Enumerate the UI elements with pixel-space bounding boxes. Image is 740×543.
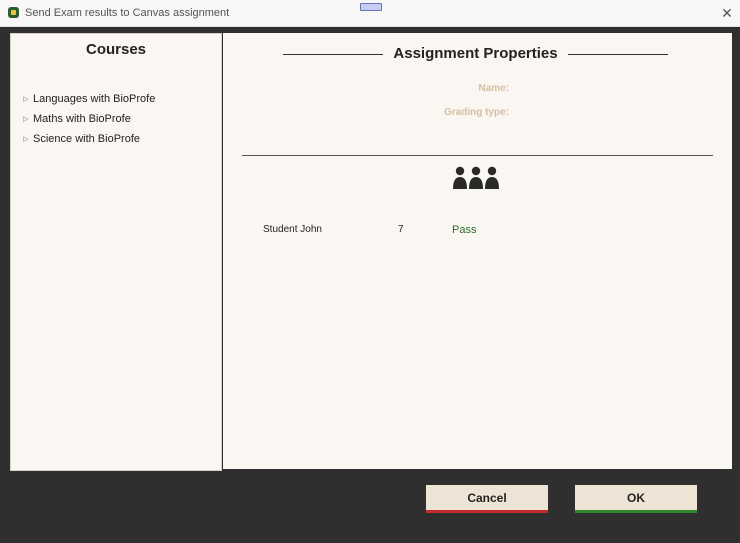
students-group-icon bbox=[453, 166, 499, 189]
cancel-button[interactable]: Cancel bbox=[426, 485, 548, 513]
tree-item-label: Science with BioProfe bbox=[33, 133, 140, 145]
tree-item-science[interactable]: ▷ Science with BioProfe bbox=[23, 129, 155, 149]
ok-button[interactable]: OK bbox=[575, 485, 697, 513]
expand-arrow-icon[interactable]: ▷ bbox=[23, 95, 33, 103]
title-rule-left bbox=[283, 54, 383, 55]
title-bar[interactable]: Send Exam results to Canvas assignment ✕ bbox=[0, 0, 740, 27]
expand-arrow-icon[interactable]: ▷ bbox=[23, 135, 33, 143]
student-result: Pass bbox=[452, 224, 477, 236]
drag-handle[interactable] bbox=[360, 3, 382, 11]
name-label: Name: bbox=[478, 83, 509, 94]
dialog-window: Send Exam results to Canvas assignment ✕… bbox=[0, 0, 740, 543]
assignment-title: Assignment Properties bbox=[393, 45, 558, 62]
student-name: Student John bbox=[263, 224, 322, 235]
app-icon bbox=[8, 7, 19, 18]
close-icon[interactable]: ✕ bbox=[718, 4, 736, 22]
tree-item-languages[interactable]: ▷ Languages with BioProfe bbox=[23, 89, 155, 109]
assignment-panel: Assignment Properties Name: Grading type… bbox=[223, 33, 732, 469]
courses-title: Courses bbox=[85, 41, 147, 58]
student-score: 7 bbox=[398, 224, 404, 235]
window-title: Send Exam results to Canvas assignment bbox=[25, 7, 230, 19]
tree-item-label: Maths with BioProfe bbox=[33, 113, 131, 125]
section-divider bbox=[242, 155, 713, 156]
tree-item-label: Languages with BioProfe bbox=[33, 93, 156, 105]
expand-arrow-icon[interactable]: ▷ bbox=[23, 115, 33, 123]
title-rule-right bbox=[568, 54, 668, 55]
grading-type-label: Grading type: bbox=[443, 107, 509, 118]
tree-item-maths[interactable]: ▷ Maths with BioProfe bbox=[23, 109, 155, 129]
courses-panel: Courses ▷ Languages with BioProfe ▷ Math… bbox=[10, 33, 222, 471]
courses-tree: ▷ Languages with BioProfe ▷ Maths with B… bbox=[23, 89, 155, 149]
